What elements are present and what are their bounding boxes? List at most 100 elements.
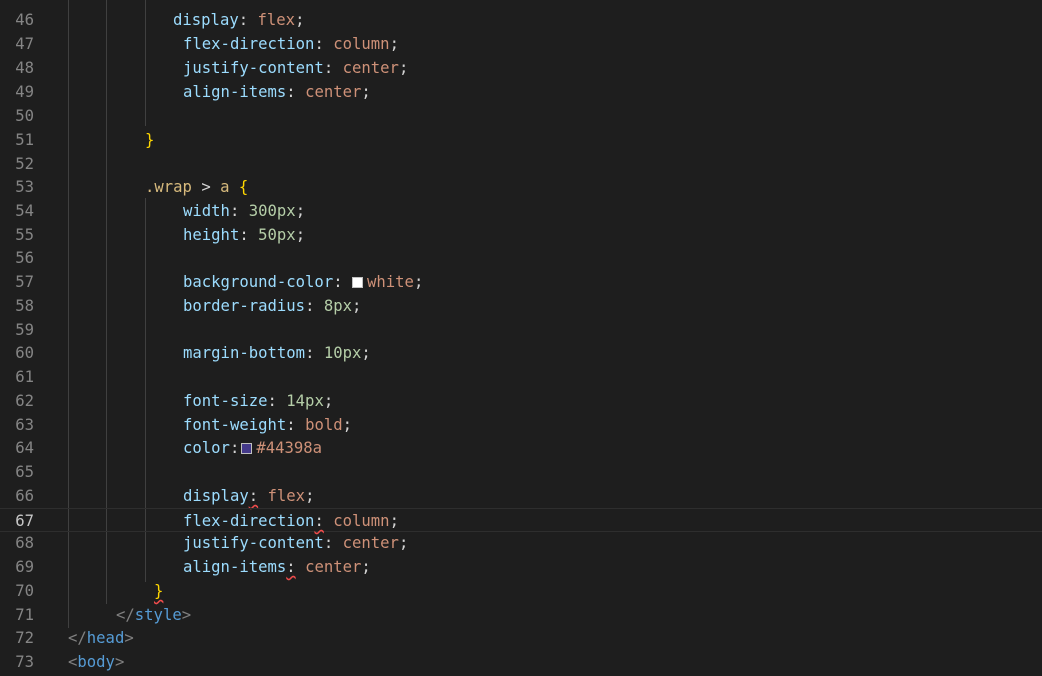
css-value: 50px — [258, 226, 296, 244]
code-line[interactable]: 51 } — [0, 128, 1042, 152]
line-number: 65 — [15, 463, 34, 481]
line-number: 56 — [15, 249, 34, 267]
css-value: flex — [267, 487, 306, 505]
line-number: 51 — [15, 131, 34, 149]
css-value: column — [333, 35, 390, 53]
line-number: 47 — [15, 35, 34, 53]
code-line[interactable]: 55 height: 50px; — [0, 223, 1042, 247]
code-line[interactable]: 60 margin-bottom: 10px; — [0, 341, 1042, 365]
opening-brace: { — [238, 178, 249, 196]
line-number: 64 — [15, 439, 34, 457]
line-number: 61 — [15, 368, 34, 386]
line-number: 48 — [15, 59, 34, 77]
css-property: color — [183, 439, 230, 457]
code-line[interactable]: 53 .wrap > a { — [0, 175, 1042, 199]
css-property: display — [183, 487, 249, 505]
css-property: width — [183, 202, 230, 220]
line-number: 69 — [15, 558, 34, 576]
code-line[interactable]: 47 flex-direction: column; — [0, 32, 1042, 56]
code-line[interactable]: 68 justify-content: center; — [0, 531, 1042, 555]
css-property: justify-content — [183, 59, 324, 77]
css-value: center — [342, 59, 399, 77]
css-value: center — [305, 558, 362, 576]
color-swatch[interactable] — [241, 443, 253, 454]
line-number: 46 — [15, 11, 34, 29]
css-value: 14px — [286, 392, 324, 410]
code-line[interactable]: 46 display: flex; — [0, 8, 1042, 32]
line-number: 54 — [15, 202, 34, 220]
code-line[interactable]: 71 </style> — [0, 603, 1042, 627]
code-line[interactable]: 69 align-items: center; — [0, 555, 1042, 579]
css-property: font-size — [183, 392, 268, 410]
code-line[interactable]: 65 — [0, 460, 1042, 484]
css-property: font-weight — [183, 416, 287, 434]
css-property: flex-direction — [183, 512, 315, 530]
css-selector: .wrap — [145, 178, 192, 196]
css-value: white — [367, 273, 414, 291]
line-number: 55 — [15, 226, 34, 244]
code-line[interactable]: 48 justify-content: center; — [0, 56, 1042, 80]
code-line[interactable]: 63 font-weight: bold; — [0, 413, 1042, 437]
line-number: 52 — [15, 155, 34, 173]
line-number: 72 — [15, 629, 34, 647]
css-property: justify-content — [183, 534, 324, 552]
css-property: align-items — [183, 83, 287, 101]
css-value: bold — [305, 416, 343, 434]
code-line[interactable]: 59 — [0, 318, 1042, 342]
css-combinator: > — [201, 178, 211, 196]
html-tag-name: head — [86, 629, 125, 647]
code-line[interactable]: 52 — [0, 152, 1042, 176]
line-number: 57 — [15, 273, 34, 291]
color-swatch[interactable] — [352, 277, 363, 288]
code-line[interactable]: 50 — [0, 104, 1042, 128]
closing-brace: } — [145, 131, 155, 149]
css-value: #44398a — [256, 439, 323, 457]
code-line[interactable]: 66 display: flex; — [0, 484, 1042, 508]
code-editor[interactable]: 46 display: flex; 47 flex-direction: col… — [0, 0, 1042, 676]
css-value: column — [333, 512, 390, 530]
line-number: 66 — [15, 487, 34, 505]
html-tag-name: style — [134, 606, 182, 624]
code-line[interactable]: 57 background-color: white; — [0, 270, 1042, 294]
code-line[interactable]: 70 } — [0, 579, 1042, 603]
code-line[interactable]: 49 align-items: center; — [0, 80, 1042, 104]
css-value: center — [342, 534, 399, 552]
line-number: 58 — [15, 297, 34, 315]
closing-brace: } — [154, 582, 164, 600]
css-property: height — [183, 226, 240, 244]
line-number: 71 — [15, 606, 34, 624]
code-line[interactable]: 64 color: #44398a — [0, 436, 1042, 460]
line-number: 49 — [15, 83, 34, 101]
line-number: 63 — [15, 416, 34, 434]
line-number: 73 — [15, 653, 34, 671]
css-value: 10px — [323, 344, 362, 362]
css-value: 300px — [248, 202, 296, 220]
line-number: 60 — [15, 344, 34, 362]
code-line[interactable]: 58 border-radius: 8px; — [0, 294, 1042, 318]
css-property: border-radius — [183, 297, 306, 315]
css-value: center — [305, 83, 362, 101]
css-property: display — [173, 11, 239, 29]
code-line[interactable]: 62 font-size: 14px; — [0, 389, 1042, 413]
css-element-selector: a — [220, 178, 230, 196]
css-property: background-color — [183, 273, 334, 291]
css-property: margin-bottom — [183, 344, 306, 362]
line-number: 67 — [15, 512, 34, 530]
line-number: 68 — [15, 534, 34, 552]
line-number: 59 — [15, 321, 34, 339]
css-property: align-items — [183, 558, 287, 576]
css-value: flex — [257, 11, 296, 29]
line-number: 62 — [15, 392, 34, 410]
css-value: 8px — [323, 297, 353, 315]
code-line-current[interactable]: 67 flex-direction: column; — [0, 508, 1042, 532]
line-number: 53 — [15, 178, 34, 196]
code-line[interactable]: 54 width: 300px; — [0, 199, 1042, 223]
html-tag-name: body — [77, 653, 115, 671]
code-line[interactable]: 61 — [0, 365, 1042, 389]
code-line[interactable]: 73 <body> — [0, 650, 1042, 674]
code-line[interactable]: 72 </head> — [0, 626, 1042, 650]
code-line[interactable]: 56 — [0, 246, 1042, 270]
line-number: 50 — [15, 107, 34, 125]
css-property: flex-direction — [183, 35, 315, 53]
line-number: 70 — [15, 582, 34, 600]
